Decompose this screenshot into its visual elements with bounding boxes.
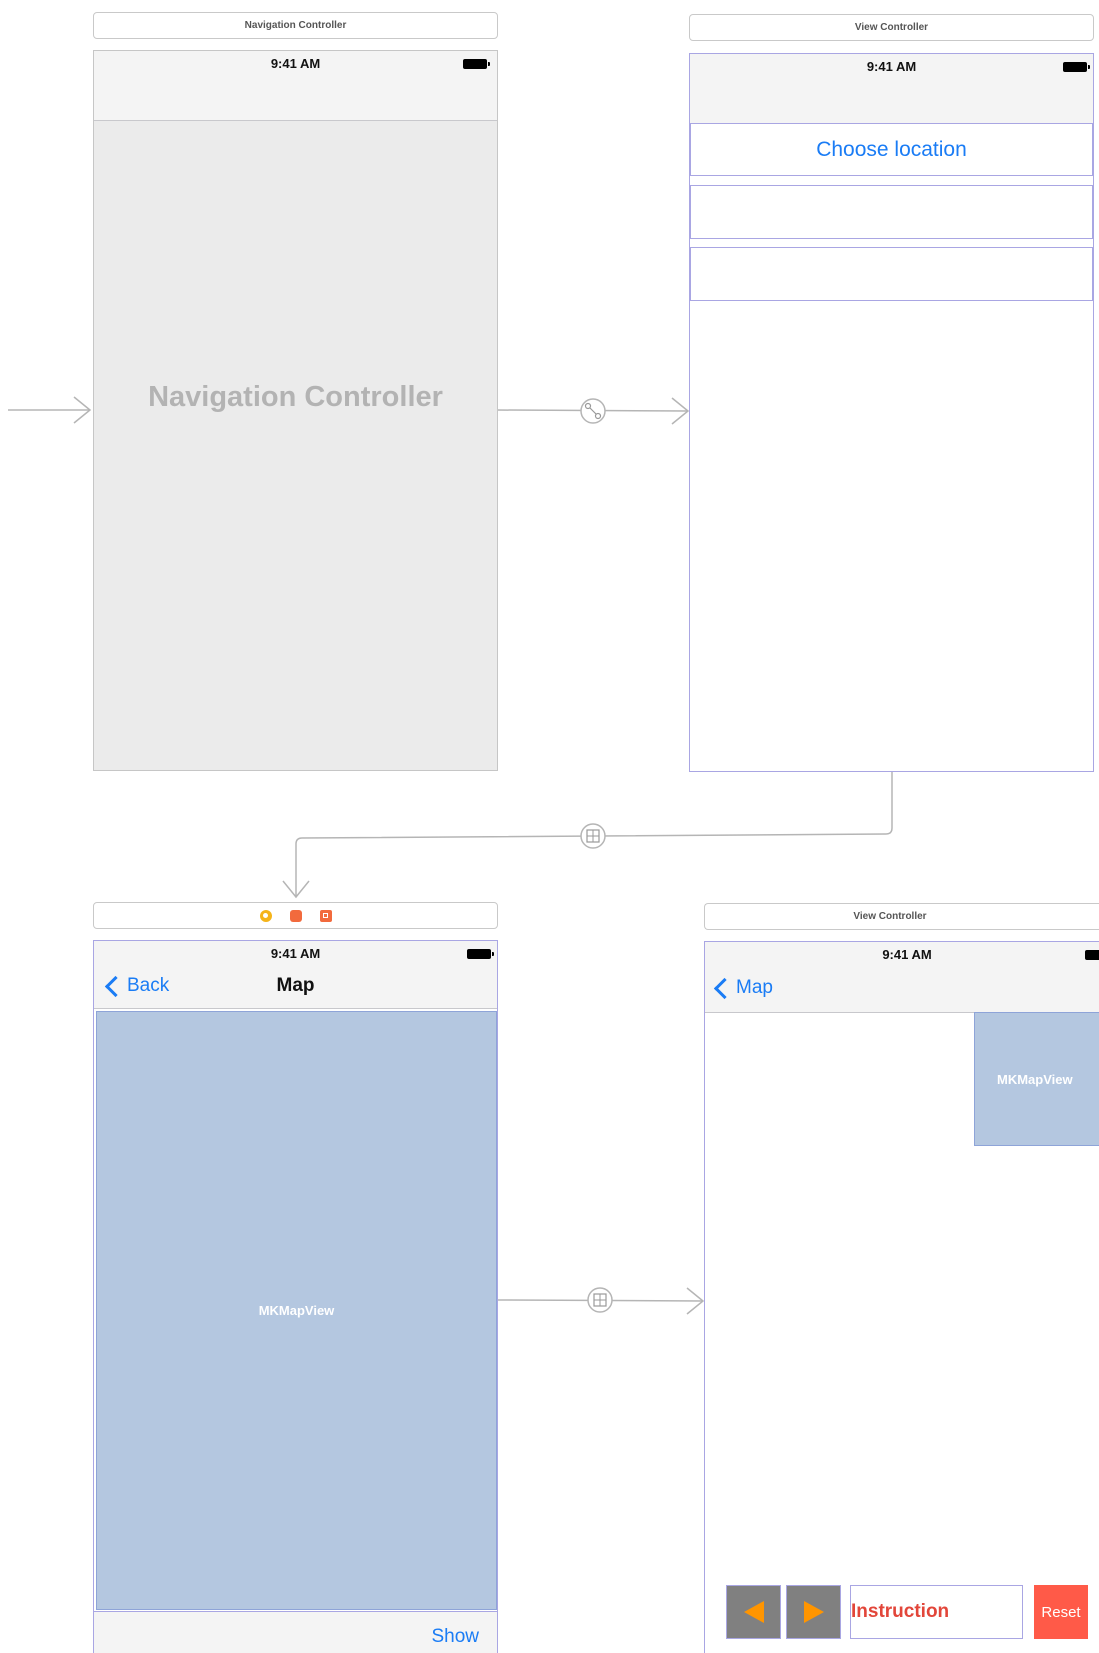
reset-button-label: Reset: [1041, 1603, 1081, 1621]
segue-link-icon[interactable]: [580, 398, 606, 424]
back-button[interactable]: Back: [102, 971, 169, 1001]
instruction-text: Instruction: [851, 1601, 950, 1622]
scene-title-view-controller-2[interactable]: View Controller: [704, 903, 1099, 930]
status-bar: 9:41 AM: [94, 941, 497, 965]
chevron-left-icon: [104, 975, 127, 997]
back-button-label: Back: [127, 975, 170, 996]
status-time: 9:41 AM: [882, 946, 932, 962]
scene-title-label: View Controller: [853, 911, 927, 922]
chevron-left-icon: [713, 977, 736, 999]
scene-title-label: View Controller: [854, 22, 929, 33]
scene-title-navigation-controller[interactable]: Navigation Controller: [93, 12, 498, 39]
status-time: 9:41 AM: [866, 58, 917, 74]
view-controller-2-scene[interactable]: 9:41 AM Map MKMapView Instruction Reset: [704, 941, 1099, 1653]
scene-title-label: Navigation Controller: [244, 20, 347, 31]
choose-location-label: Choose location: [816, 137, 967, 161]
reset-button[interactable]: Reset: [1034, 1585, 1088, 1639]
previous-button[interactable]: [726, 1585, 781, 1639]
right-triangle-icon: [803, 1601, 824, 1623]
choose-location-button[interactable]: Choose location: [690, 123, 1093, 176]
scene-dock[interactable]: [93, 902, 498, 929]
view-controller-icon[interactable]: [259, 909, 272, 922]
status-time: 9:41 AM: [270, 55, 321, 71]
battery-icon: [1063, 62, 1090, 72]
back-button[interactable]: Map: [711, 973, 773, 1003]
map-view[interactable]: MKMapView: [96, 1011, 497, 1610]
exit-icon[interactable]: [319, 909, 332, 922]
battery-icon: [463, 59, 490, 69]
navigation-bar: 9:41 AM Back Map: [94, 941, 497, 1009]
battery-icon: [467, 949, 494, 959]
next-button[interactable]: [786, 1585, 841, 1639]
navigation-controller-placeholder: Navigation Controller: [148, 381, 443, 413]
text-field-2[interactable]: [690, 247, 1093, 301]
navigation-bar: 9:41 AM Map: [705, 942, 1099, 1013]
back-button-label: Map: [736, 977, 773, 998]
battery-icon: [1085, 950, 1099, 960]
instruction-label: Instruction: [850, 1585, 1023, 1639]
scene-title-view-controller[interactable]: View Controller: [689, 14, 1094, 41]
segue-show-icon-2[interactable]: [587, 1287, 613, 1313]
map-scene[interactable]: 9:41 AM Back Map MKMapView Show: [93, 940, 498, 1653]
view-controller-scene[interactable]: 9:41 AM Choose location: [689, 53, 1094, 772]
first-responder-icon[interactable]: [289, 909, 302, 922]
navigation-controller-scene[interactable]: 9:41 AM Navigation Controller: [93, 50, 498, 771]
map-view-label: MKMapView: [997, 1071, 1073, 1087]
text-field-1[interactable]: [690, 185, 1093, 239]
left-triangle-icon: [743, 1601, 764, 1623]
status-bar: 9:41 AM: [705, 942, 1099, 966]
status-bar: 9:41 AM: [94, 51, 497, 75]
status-bar: 9:41 AM: [690, 54, 1093, 78]
segue-show-icon[interactable]: [580, 823, 606, 849]
map-view-label: MKMapView: [258, 1303, 335, 1318]
map-view[interactable]: MKMapView: [974, 1012, 1099, 1146]
show-button[interactable]: Show: [431, 1626, 479, 1648]
toolbar: Show: [94, 1611, 497, 1653]
status-time: 9:41 AM: [270, 945, 321, 961]
